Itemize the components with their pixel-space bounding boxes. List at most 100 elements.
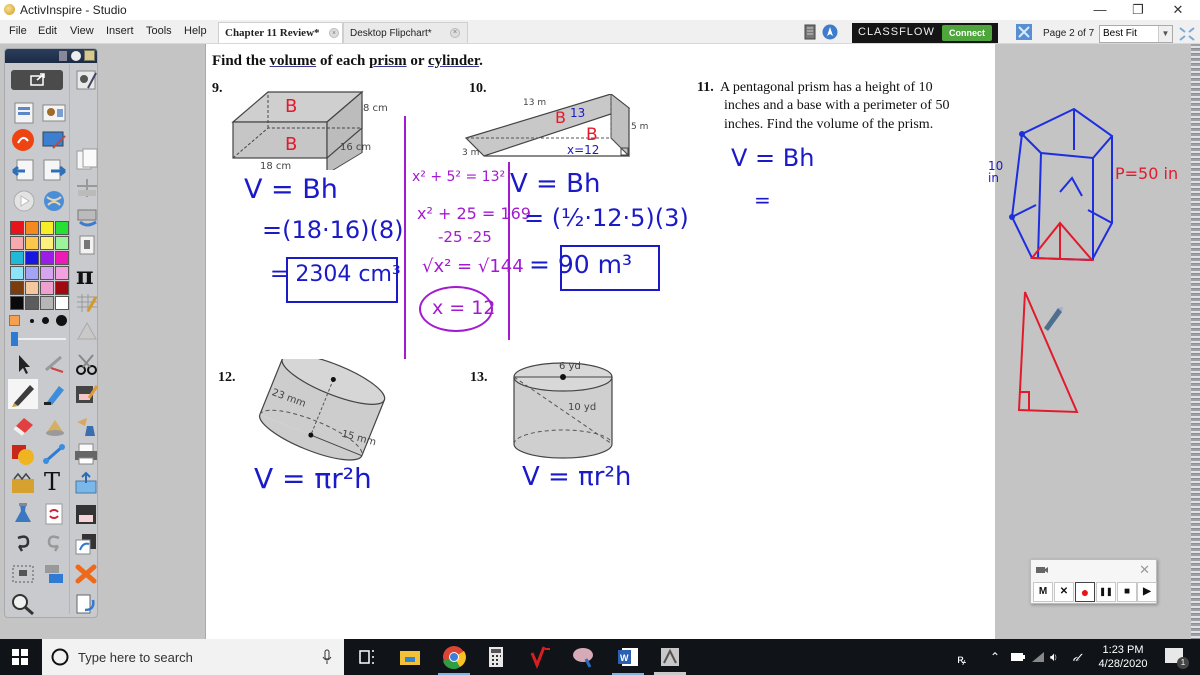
clipart-icon[interactable] [10,471,36,495]
next-page-icon[interactable] [41,158,67,182]
color-swatch[interactable] [25,221,39,235]
color-swatch[interactable] [55,221,69,235]
color-swatch[interactable] [10,281,24,295]
pen-width-slider[interactable] [9,332,67,346]
system-clock[interactable]: 1:23 PM 4/28/2020 [1095,643,1151,671]
highlighter-icon[interactable] [41,382,67,406]
recorder-play-button[interactable]: ▶ [1137,582,1157,602]
text-icon[interactable]: T [41,468,67,492]
toolbox-header[interactable] [5,49,97,63]
recorder-stop-button[interactable]: ■ [1117,582,1137,602]
color-swatch[interactable] [55,281,69,295]
recorder-pause-button[interactable]: ❚❚ [1096,582,1116,602]
toolbox-pin-icon[interactable] [84,50,95,61]
color-swatch[interactable] [55,266,69,280]
desktop-annotate-icon[interactable] [73,532,99,556]
color-swatch[interactable] [55,251,69,265]
color-swatch[interactable] [10,296,24,310]
tab-chapter-11-review[interactable]: Chapter 11 Review* × [218,22,343,43]
shape-icon[interactable] [10,442,36,466]
wifi-icon[interactable] [1031,651,1045,663]
color-swatch[interactable] [10,236,24,250]
magic-ink-icon[interactable] [73,414,99,438]
show-hidden-icons-chevron[interactable]: ⌃ [990,650,1000,664]
zoom-select[interactable]: Best Fit ▼ [1099,25,1173,43]
calculator-app-icon[interactable] [482,643,510,671]
minimize-button[interactable]: — [1080,1,1120,19]
restore-button[interactable]: ❐ [1118,1,1158,19]
notes-icon[interactable] [802,24,818,40]
color-swatch[interactable] [25,251,39,265]
action-center-icon[interactable]: 1 [1165,648,1189,669]
dual-user-icon[interactable] [1016,24,1032,40]
close-button[interactable]: ✕ [1158,1,1198,19]
magnifier-icon[interactable] [10,592,36,616]
fill-icon[interactable] [41,414,67,438]
taskbar-search-box[interactable]: Type here to search [42,639,344,675]
activinspire-launch-icon[interactable] [822,24,838,40]
fullscreen-icon[interactable] [1178,26,1196,42]
play-icon[interactable] [11,189,37,213]
paint-3d-icon[interactable] [570,643,598,671]
globe-icon[interactable] [41,189,67,213]
microphone-icon[interactable] [322,649,332,665]
tickertape-icon[interactable] [74,233,100,257]
menu-view[interactable]: View [70,25,94,37]
color-swatch[interactable] [10,221,24,235]
flipchart-page[interactable]: Find the volume of each prism or cylinde… [205,44,995,639]
calculator-icon[interactable] [74,291,100,315]
resource-browser-icon[interactable] [41,101,67,125]
pen-width-small[interactable] [30,319,34,323]
clear-icon[interactable] [10,502,36,526]
export-icon[interactable] [73,471,99,495]
page-notes-icon[interactable] [74,148,100,172]
menu-tools[interactable]: Tools [146,25,172,37]
color-swatch[interactable] [40,236,54,250]
color-swatch[interactable] [40,296,54,310]
tab-close-icon[interactable]: × [450,28,460,38]
toolbox-settings-icon[interactable] [71,51,81,61]
classflow-connect-button[interactable]: Connect [942,25,992,41]
screen-recorder-icon[interactable] [41,562,67,586]
color-swatch[interactable] [55,236,69,250]
pi-icon[interactable]: π [74,263,100,287]
menu-file[interactable]: File [9,25,27,37]
user-profile-icon[interactable] [74,68,100,92]
protractor-icon[interactable] [74,319,100,343]
redo-icon[interactable] [41,532,67,556]
chrome-icon[interactable] [440,643,468,671]
reset-page-icon[interactable] [41,502,67,526]
camera-snapshot-icon[interactable] [10,562,36,586]
windows-start-icon[interactable] [12,649,28,665]
camera-icon[interactable] [74,204,100,228]
share-button[interactable] [11,70,63,90]
activinspire-app-icon[interactable] [656,643,684,671]
page-browser-icon[interactable] [11,101,37,125]
pen-tools-icon[interactable] [41,352,67,376]
color-swatch[interactable] [40,281,54,295]
color-swatch[interactable] [40,251,54,265]
delete-icon[interactable] [73,562,99,586]
pen-width-medium[interactable] [42,317,49,324]
menu-help[interactable]: Help [184,25,207,37]
people-icon[interactable]: ꝶ [957,650,966,667]
volume-icon[interactable]: 🔉︎ [1050,650,1058,665]
color-swatch[interactable] [10,266,24,280]
color-swatch[interactable] [25,266,39,280]
connector-icon[interactable] [41,442,67,466]
eraser-icon[interactable] [10,414,36,438]
pen-width-current[interactable] [9,315,20,326]
undo-icon[interactable] [10,532,36,556]
tab-desktop-flipchart[interactable]: Desktop Flipchart* × [343,22,468,43]
color-swatch[interactable] [40,266,54,280]
color-swatch[interactable] [25,236,39,250]
page-browser-strip[interactable] [1191,44,1200,639]
pen-dial-icon[interactable] [10,128,36,152]
menu-edit[interactable]: Edit [38,25,57,37]
pen-width-large[interactable] [56,315,67,326]
mathtype-icon[interactable] [526,643,554,671]
menu-insert[interactable]: Insert [106,25,134,37]
pen-workspace-icon[interactable]: 𝒹 [1073,650,1079,665]
slider-thumb[interactable] [11,332,18,346]
color-swatch[interactable] [40,221,54,235]
